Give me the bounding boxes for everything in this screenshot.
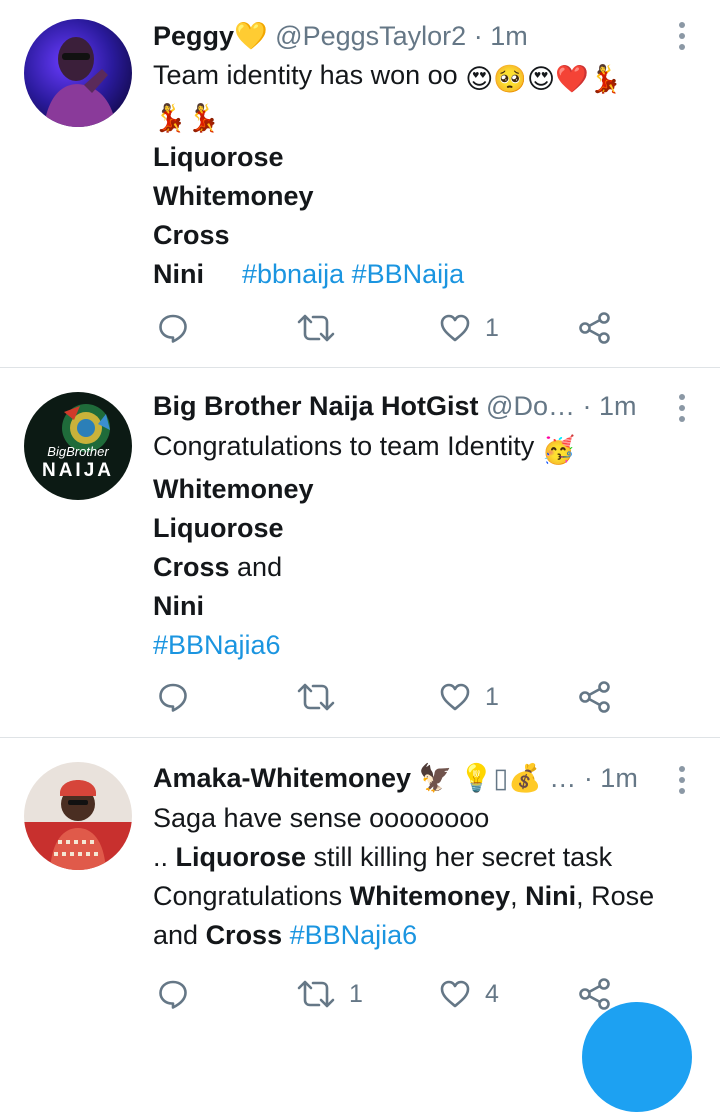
retweet-icon	[297, 683, 335, 711]
tweet-text: Congratulations to team Identity 🥳 White…	[153, 427, 692, 665]
retweet-icon	[297, 314, 335, 342]
reply-icon	[159, 683, 187, 712]
mention-name: Cross	[153, 220, 230, 250]
avatar[interactable]	[24, 762, 132, 870]
hashtag-link[interactable]: #BBNajia6	[290, 920, 418, 950]
reply-icon	[159, 980, 187, 1009]
handle[interactable]: @PeggsTaylor2	[275, 21, 466, 51]
tweet-line: Saga have sense oooooooo	[153, 803, 490, 833]
retweet-icon	[297, 980, 335, 1008]
like-count: 1	[485, 682, 499, 711]
display-name[interactable]: Amaka-Whitemoney	[153, 763, 411, 793]
avatar-logo-text: NAIJA	[42, 460, 114, 481]
reply-button[interactable]	[157, 974, 189, 1014]
display-name[interactable]: Peggy💛	[153, 21, 268, 51]
tweet-text-fragment: and	[229, 552, 283, 582]
like-button[interactable]: 4	[439, 974, 499, 1014]
mention-name: Liquorose	[153, 142, 284, 172]
heart-icon	[440, 683, 470, 711]
emoji-group: 🥳	[541, 435, 576, 465]
retweet-button[interactable]	[297, 308, 335, 348]
timestamp[interactable]: · 1m	[474, 21, 528, 51]
emoji-line: 💃💃	[153, 103, 221, 133]
retweet-button[interactable]	[297, 677, 335, 717]
tweet-1[interactable]: Peggy💛 @PeggsTaylor2 · 1m Team identity …	[0, 0, 720, 368]
like-button[interactable]: 1	[439, 308, 499, 348]
mention-name: Nini	[525, 881, 577, 911]
more-options-icon[interactable]	[678, 394, 686, 424]
mention-name: Whitemoney	[153, 474, 314, 504]
timestamp[interactable]: · 1m	[584, 763, 638, 793]
mention-name: Liquorose	[175, 842, 307, 872]
tweet-3[interactable]: Amaka-Whitemoney 🦅 💡▯💰 … · 1m Saga have …	[0, 738, 720, 1035]
retweet-button[interactable]: 1	[297, 974, 363, 1014]
share-button[interactable]	[578, 308, 612, 348]
tweet-header: Amaka-Whitemoney 🦅 💡▯💰 … · 1m	[153, 760, 660, 796]
share-icon	[579, 681, 610, 713]
tweet-text: Saga have sense oooooooo .. Liquorose st…	[153, 799, 692, 955]
display-name[interactable]: Big Brother Naija HotGist	[153, 391, 479, 421]
mention-name: Liquorose	[153, 513, 284, 543]
mention-name: Nini	[153, 259, 204, 289]
share-icon	[579, 312, 610, 344]
mention-name: Nini	[153, 591, 204, 621]
tweet-header: Peggy💛 @PeggsTaylor2 · 1m	[153, 18, 660, 54]
tweet-header: Big Brother Naija HotGist @Do… · 1m	[153, 388, 660, 424]
share-button[interactable]	[578, 974, 612, 1014]
emoji-group: 😍🥺😍❤️💃	[465, 64, 623, 94]
reply-button[interactable]	[157, 677, 189, 717]
avatar[interactable]: BigBrother NAIJA	[24, 392, 132, 500]
name-emoji: 🦅 💡▯💰 …	[418, 763, 577, 793]
tweet-line: Congratulations to team Identity	[153, 431, 535, 461]
tweet-line: Team identity has won oo 😍🥺😍❤️💃	[153, 56, 692, 99]
more-options-icon[interactable]	[678, 22, 686, 52]
heart-icon	[440, 980, 470, 1008]
compose-tweet-button[interactable]	[582, 1002, 692, 1112]
handle[interactable]: @Do…	[486, 391, 575, 421]
heart-icon	[440, 314, 470, 342]
like-button[interactable]: 1	[439, 677, 499, 717]
retweet-count: 1	[349, 979, 363, 1008]
share-button[interactable]	[578, 677, 612, 717]
avatar[interactable]	[24, 19, 132, 127]
mention-name: Cross	[205, 920, 283, 950]
like-count: 1	[485, 313, 499, 342]
avatar-logo-text: BigBrother	[47, 444, 109, 459]
mention-name: Whitemoney	[153, 181, 314, 211]
mention-name: Cross	[153, 552, 230, 582]
share-icon	[579, 978, 610, 1010]
hashtag-link[interactable]: #bbnaija #BBNaija	[242, 259, 464, 289]
more-options-icon[interactable]	[678, 766, 686, 796]
reply-button[interactable]	[157, 308, 189, 348]
like-count: 4	[485, 979, 499, 1008]
tweet-text: Team identity has won oo 😍🥺😍❤️💃 💃💃 Liquo…	[153, 56, 692, 294]
tweet-2[interactable]: BigBrother NAIJA Big Brother Naija HotGi…	[0, 368, 720, 738]
timestamp[interactable]: · 1m	[583, 391, 637, 421]
reply-icon	[159, 314, 187, 343]
mention-name: Whitemoney	[349, 881, 511, 911]
hashtag-link[interactable]: #BBNajia6	[153, 630, 281, 660]
